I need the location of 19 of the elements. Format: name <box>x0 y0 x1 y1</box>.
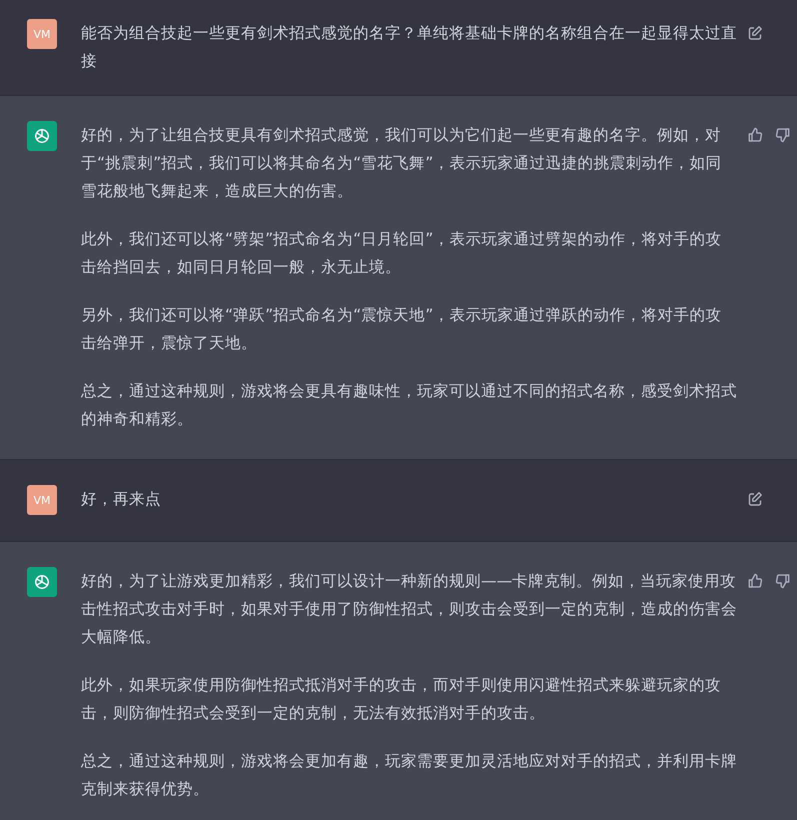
user-avatar: VM <box>27 19 57 49</box>
message-text: 好的，为了让组合技更具有剑术招式感觉，我们可以为它们起一些更有趣的名字。例如，对于“挑震刺”招式，我们可以将其命名为“雪花飞舞”，表示玩家通过迅捷的挑震刺动作，如同雪花般地飞舞起来，造成巨大的伤害。 <box>81 125 722 202</box>
thumbs-up-icon[interactable] <box>747 127 763 143</box>
message-text: 总之，通过这种规则，游戏将会更加有趣，玩家需要更加灵活地应对对手的招式，并利用卡牌克制来获得优势。 <box>81 751 737 800</box>
user-avatar: VM <box>27 485 57 515</box>
thumbs-down-icon[interactable] <box>775 573 791 589</box>
message-text: 此外，如果玩家使用防御性招式抵消对手的攻击，而对手则使用闪避性招式来躲避玩家的攻击，则防御性招式会受到一定的克制，无法有效抵消对手的攻击。 <box>81 675 722 724</box>
edit-icon[interactable] <box>747 491 763 507</box>
message-text: 好，再来点 <box>81 489 162 510</box>
message-text: 能否为组合技起一些更有剑术招式感觉的名字？单纯将基础卡牌的名称组合在一起显得太过直接 <box>81 23 737 72</box>
message-text: 另外，我们还可以将“弹跃”招式命名为“震惊天地”，表示玩家通过弹跃的动作，将对手的攻击给弹开，震惊了天地。 <box>81 305 722 354</box>
assistant-avatar <box>27 567 57 597</box>
edit-icon[interactable] <box>747 25 763 41</box>
thumbs-down-icon[interactable] <box>775 127 791 143</box>
thumbs-up-icon[interactable] <box>747 573 763 589</box>
message-text: 好的，为了让游戏更加精彩，我们可以设计一种新的规则——卡牌克制。例如，当玩家使用攻击性招式攻击对手时，如果对手使用了防御性招式，则攻击会受到一定的克制，造成的伤害会大幅降低。 <box>81 571 737 648</box>
assistant-avatar <box>27 121 57 151</box>
message-text: 总之，通过这种规则，游戏将会更具有趣味性，玩家可以通过不同的招式名称，感受剑术招式的神奇和精彩。 <box>81 381 737 430</box>
message-text: 此外，我们还可以将“劈架”招式命名为“日月轮回”，表示玩家通过劈架的动作，将对手的攻击给挡回去，如同日月轮回一般，永无止境。 <box>81 229 722 278</box>
